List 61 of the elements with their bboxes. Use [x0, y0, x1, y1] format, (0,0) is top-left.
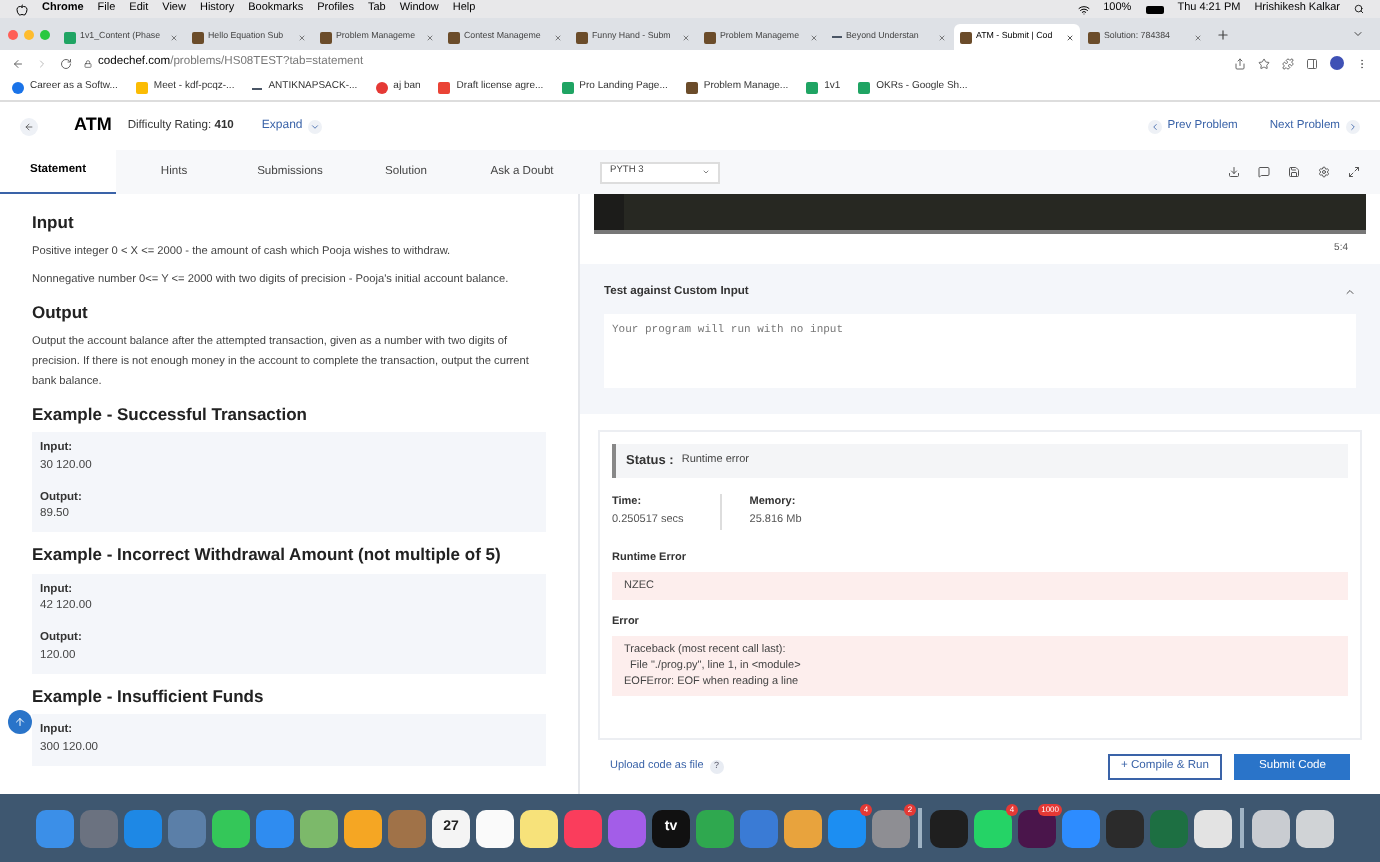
favicon-icon [806, 82, 819, 94]
dash-icon [252, 87, 263, 89]
favicon-icon [12, 82, 24, 94]
side-panel-icon[interactable] [1306, 57, 1318, 69]
section-heading: Example - Insufficient Funds [32, 683, 266, 709]
share-icon[interactable] [1234, 57, 1246, 69]
app-icon[interactable] [344, 809, 382, 847]
dash-icon [832, 36, 842, 38]
arrow-up-icon [14, 716, 26, 728]
maximize-window-icon[interactable] [40, 29, 50, 39]
app-icon[interactable] [1252, 809, 1290, 847]
chevron-right-icon [1348, 121, 1358, 131]
favicon-icon [704, 31, 716, 43]
favicon-icon [438, 82, 451, 94]
collapse-icon[interactable] [1344, 286, 1356, 299]
favicon-icon [1088, 31, 1100, 43]
favicon-icon [685, 82, 698, 94]
favicon-icon [375, 82, 388, 94]
code-editor[interactable] [594, 194, 1366, 234]
section-heading: Input [32, 210, 76, 236]
problem-title: ATM [74, 112, 112, 139]
scroll-top-button[interactable] [8, 710, 32, 734]
chevron-down-icon [310, 121, 321, 131]
favicon-icon [192, 31, 204, 43]
favicon-icon [448, 31, 460, 43]
favicon-icon [576, 31, 588, 43]
download-icon[interactable] [1228, 166, 1240, 178]
favicon-icon [858, 82, 871, 94]
app-icon[interactable] [1296, 809, 1334, 847]
favicon-icon [320, 31, 332, 43]
app-icon[interactable] [212, 809, 250, 847]
favicon-icon [561, 82, 574, 94]
favicon-icon [135, 82, 148, 94]
settings-icon[interactable] [1318, 166, 1330, 178]
back-button[interactable] [20, 117, 38, 135]
favicon-icon [64, 31, 76, 43]
bookmark-star-icon[interactable] [1258, 57, 1270, 69]
app-icon[interactable] [784, 809, 822, 847]
app-icon[interactable] [476, 809, 514, 847]
section-heading: Example - Successful Transaction [32, 401, 309, 427]
favicon-icon [960, 31, 972, 43]
reload-icon[interactable] [60, 57, 72, 69]
new-tab-icon[interactable] [1216, 27, 1230, 41]
extensions-icon[interactable] [1282, 57, 1294, 69]
tab-search-icon[interactable] [1352, 28, 1364, 40]
profile-avatar[interactable] [1330, 56, 1344, 70]
search-icon[interactable] [1354, 4, 1364, 14]
app-icon[interactable] [1194, 809, 1232, 847]
save-icon[interactable] [1288, 166, 1300, 178]
app-icon[interactable] [520, 809, 558, 847]
comment-icon[interactable] [1258, 166, 1270, 178]
section-heading: Output [32, 299, 90, 325]
chevron-left-icon [1149, 121, 1160, 131]
app-icon[interactable] [300, 809, 338, 847]
back-arrow-icon [24, 121, 34, 131]
close-window-icon[interactable] [8, 29, 18, 39]
wifi-icon[interactable] [1077, 3, 1090, 15]
back-icon[interactable] [12, 57, 24, 69]
section-heading: Example - Incorrect Withdrawal Amount (not multiple of 5) [32, 542, 503, 568]
apple-icon[interactable] [16, 3, 28, 15]
battery-icon[interactable] [1145, 5, 1164, 13]
